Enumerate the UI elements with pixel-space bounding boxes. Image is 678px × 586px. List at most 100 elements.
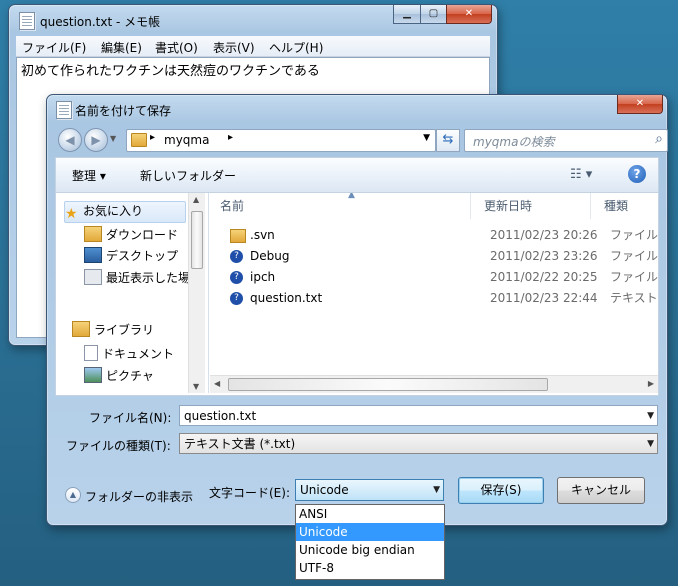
filename-dropdown-icon[interactable]: ▼	[647, 406, 654, 427]
file-hscrollbar[interactable]: ◀ ▶	[210, 375, 658, 393]
nav-libraries[interactable]: ライブラリ	[72, 321, 154, 341]
file-hscroll-thumb[interactable]	[228, 378, 548, 391]
file-row[interactable]: ? ipch 2011/02/22 20:25 ファイル フ	[210, 267, 658, 288]
view-options-icon[interactable]: ☷ ▾	[570, 167, 592, 182]
encoding-option[interactable]: Unicode big endian	[296, 541, 444, 559]
nav-desktop[interactable]: デスクトップ	[84, 247, 178, 267]
file-date: 2011/02/23 20:26	[490, 228, 598, 242]
scroll-up-icon[interactable]: ▲	[193, 195, 199, 204]
file-date: 2011/02/23 23:26	[490, 249, 598, 263]
file-type: テキスト ト	[610, 291, 658, 305]
notepad-icon	[19, 12, 35, 30]
file-date: 2011/02/22 20:25	[490, 270, 598, 284]
notepad-titlebar[interactable]: question.txt - メモ帳 ▁ ▢ ✕	[9, 5, 497, 35]
file-name: question.txt	[250, 291, 323, 305]
scroll-right-icon[interactable]: ▶	[648, 379, 654, 388]
notepad-title: question.txt - メモ帳	[40, 15, 161, 29]
nav-scrollbar[interactable]: ▲ ▼	[188, 193, 205, 393]
refresh-button[interactable]: ⇆	[436, 129, 460, 152]
nav-pictures-label: ピクチャ	[106, 369, 154, 383]
navigation-pane: ★ お気に入り ダウンロード デスクトップ 最近表示した場 ライブラリ ドキュメン…	[56, 193, 209, 393]
menu-format[interactable]: 書式(O)	[155, 39, 198, 56]
filetype-select[interactable]: テキスト文書 (*.txt) ▼	[179, 433, 658, 454]
encoding-option-selected[interactable]: Unicode	[296, 523, 444, 541]
file-type: ファイル フ	[610, 270, 658, 284]
filetype-label: ファイルの種類(T):	[66, 439, 171, 453]
libraries-icon	[72, 321, 90, 337]
nav-recent[interactable]: 最近表示した場	[84, 269, 190, 289]
nav-scroll-thumb[interactable]	[191, 211, 203, 269]
file-type: ファイル フ	[610, 228, 658, 242]
folder-icon	[131, 133, 147, 147]
breadcrumb-chevron-icon[interactable]: ▸	[150, 132, 155, 143]
nav-downloads[interactable]: ダウンロード	[84, 226, 178, 246]
history-dropdown-icon[interactable]: ▼	[110, 134, 116, 143]
encoding-value: Unicode	[300, 483, 349, 497]
nav-recent-label: 最近表示した場	[106, 271, 191, 285]
help-icon[interactable]: ?	[628, 165, 646, 183]
desktop-icon	[84, 247, 102, 263]
pictures-icon	[84, 367, 102, 383]
close-button[interactable]: ✕	[446, 5, 492, 24]
filename-input[interactable]: question.txt ▼	[179, 405, 658, 426]
collapse-icon[interactable]: ▲	[65, 487, 81, 503]
file-type: ファイル フ	[610, 249, 658, 263]
scroll-down-icon[interactable]: ▼	[193, 382, 199, 391]
hide-folders-link[interactable]: フォルダーの非表示	[85, 488, 193, 505]
filename-label: ファイル名(N):	[89, 411, 172, 425]
encoding-option[interactable]: UTF-8	[296, 559, 444, 577]
dialog-titlebar[interactable]: 名前を付けて保存 ✕	[47, 95, 667, 125]
search-input[interactable]: myqmaの検索 ⌕	[464, 129, 668, 152]
breadcrumb-next-icon[interactable]: ▸	[228, 132, 233, 143]
dialog-toolbar: 整理 ▾ 新しいフォルダー ☷ ▾ ?	[55, 157, 659, 193]
new-folder-button[interactable]: 新しいフォルダー	[140, 167, 236, 184]
breadcrumb-myqma[interactable]: myqma	[164, 133, 209, 147]
menu-edit[interactable]: 編集(E)	[101, 39, 142, 56]
file-row[interactable]: ? Debug 2011/02/23 23:26 ファイル フ	[210, 246, 658, 267]
unknown-file-icon: ?	[230, 250, 243, 263]
file-name: Debug	[250, 249, 290, 263]
menu-file[interactable]: ファイル(F)	[22, 39, 86, 56]
encoding-option[interactable]: ANSI	[296, 505, 444, 523]
filename-value: question.txt	[184, 409, 257, 423]
address-row: ◀ ▶ ▼ ▸ myqma ▸ ▼ ⇆ myqmaの検索 ⌕	[54, 125, 668, 155]
menu-view[interactable]: 表示(V)	[213, 39, 255, 56]
star-icon: ★	[65, 206, 78, 222]
cancel-button[interactable]: キャンセル	[557, 477, 645, 504]
file-row[interactable]: ? question.txt 2011/02/23 22:44 テキスト ト	[210, 288, 658, 309]
dialog-close-button[interactable]: ✕	[617, 95, 663, 114]
address-dropdown-icon[interactable]: ▼	[423, 133, 430, 143]
file-date: 2011/02/23 22:44	[490, 291, 598, 305]
nav-documents[interactable]: ドキュメント	[84, 345, 174, 365]
scroll-left-icon[interactable]: ◀	[214, 379, 220, 388]
dialog-icon	[56, 101, 72, 119]
save-dialog: 名前を付けて保存 ✕ ◀ ▶ ▼ ▸ myqma ▸ ▼ ⇆ myqmaの検索 …	[46, 94, 668, 580]
maximize-button[interactable]: ▢	[420, 5, 447, 24]
back-button[interactable]: ◀	[58, 128, 82, 152]
save-button[interactable]: 保存(S)	[458, 477, 544, 504]
address-bar[interactable]: ▸ myqma ▸ ▼	[126, 129, 436, 152]
recent-places-icon	[84, 269, 102, 285]
filetype-dropdown-icon[interactable]: ▼	[647, 434, 654, 455]
unknown-file-icon: ?	[230, 271, 243, 284]
notepad-menubar: ファイル(F) 編集(E) 書式(O) 表示(V) ヘルプ(H)	[16, 36, 490, 57]
minimize-button[interactable]: ▁	[393, 5, 421, 24]
organize-button[interactable]: 整理 ▾	[72, 167, 106, 184]
encoding-dropdown-icon[interactable]: ▼	[433, 480, 440, 501]
nav-favorites[interactable]: ★ お気に入り	[64, 201, 186, 223]
menu-help[interactable]: ヘルプ(H)	[269, 39, 323, 56]
column-name[interactable]: 名前	[214, 193, 471, 219]
nav-pictures[interactable]: ピクチャ	[84, 367, 154, 387]
downloads-icon	[84, 226, 102, 242]
file-row[interactable]: .svn 2011/02/23 20:26 ファイル フ	[210, 225, 658, 246]
nav-documents-label: ドキュメント	[102, 347, 175, 361]
documents-icon	[84, 345, 98, 361]
column-type[interactable]: 種類	[598, 193, 658, 219]
column-date[interactable]: 更新日時	[478, 193, 591, 219]
search-icon[interactable]: ⌕	[655, 131, 663, 147]
encoding-label: 文字コード(E):	[209, 486, 290, 500]
encoding-select[interactable]: Unicode ▼	[295, 479, 444, 501]
forward-button[interactable]: ▶	[84, 128, 108, 152]
folder-icon	[230, 229, 246, 243]
explorer-pane: ★ お気に入り ダウンロード デスクトップ 最近表示した場 ライブラリ ドキュメン…	[55, 192, 659, 396]
